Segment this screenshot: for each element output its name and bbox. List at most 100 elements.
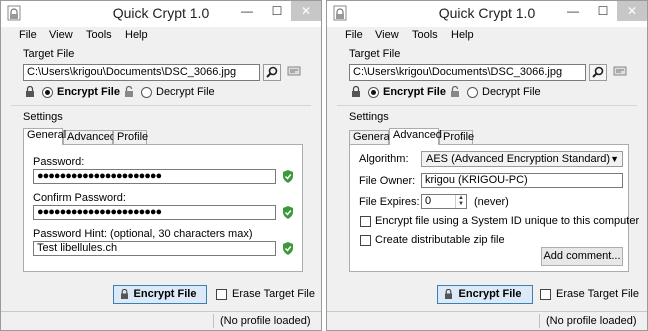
encrypt-radio-label[interactable]: Encrypt File xyxy=(383,86,446,98)
status-text: (No profile loaded) xyxy=(546,315,637,327)
encrypt-radio-label[interactable]: Encrypt File xyxy=(57,86,120,98)
system-id-checkbox[interactable] xyxy=(360,216,371,227)
tab-advanced[interactable]: Advanced xyxy=(63,130,116,144)
target-file-input[interactable]: C:\Users\krigou\Documents\DSC_3066.jpg xyxy=(23,64,260,81)
status-divider xyxy=(213,314,214,328)
lock-icon xyxy=(352,86,360,97)
quick-crypt-window-advanced: Quick Crypt 1.0 — ☐ ✕ File View Tools He… xyxy=(326,0,648,331)
erase-target-label[interactable]: Erase Target File xyxy=(556,288,639,300)
close-button[interactable]: ✕ xyxy=(617,1,647,21)
file-owner-label: File Owner: xyxy=(359,175,416,187)
status-text: (No profile loaded) xyxy=(220,315,311,327)
tab-profile[interactable]: Profile xyxy=(113,130,148,144)
status-bar: (No profile loaded) xyxy=(1,311,321,330)
password-hint-label: Password Hint: (optional, 30 characters … xyxy=(33,228,253,240)
browse-button[interactable] xyxy=(589,64,607,81)
unlock-icon xyxy=(125,86,133,97)
unlock-icon xyxy=(451,86,459,97)
file-expires-value: 0 xyxy=(425,195,432,207)
card-button[interactable] xyxy=(285,64,303,81)
spinner-arrows-icon[interactable]: ▲ ▼ xyxy=(455,195,466,208)
shield-check-icon xyxy=(283,242,293,255)
tab-general[interactable]: General xyxy=(349,130,392,144)
minimize-button[interactable]: — xyxy=(233,1,261,21)
confirm-password-input[interactable]: ●●●●●●●●●●●●●●●●●●●●●● xyxy=(33,205,276,220)
zip-label[interactable]: Create distributable zip file xyxy=(375,234,505,246)
encrypt-radio[interactable] xyxy=(368,87,379,98)
menu-tools[interactable]: Tools xyxy=(412,29,438,41)
card-icon xyxy=(613,66,627,76)
algorithm-select[interactable]: AES (Advanced Encryption Standard) ▼ xyxy=(421,151,623,167)
menu-tools[interactable]: Tools xyxy=(86,29,112,41)
zip-checkbox[interactable] xyxy=(360,235,371,246)
card-button[interactable] xyxy=(611,64,629,81)
decrypt-radio[interactable] xyxy=(467,87,478,98)
add-comment-button[interactable]: Add comment... xyxy=(541,247,623,266)
quick-crypt-window-general: Quick Crypt 1.0 — ☐ ✕ File View Tools He… xyxy=(0,0,322,331)
settings-label: Settings xyxy=(349,111,389,123)
shield-check-icon xyxy=(283,206,293,219)
lock-icon xyxy=(26,86,34,97)
search-icon xyxy=(592,66,604,78)
password-input[interactable]: ●●●●●●●●●●●●●●●●●●●●●● xyxy=(33,169,276,184)
general-panel: Password: ●●●●●●●●●●●●●●●●●●●●●● Confirm… xyxy=(23,144,303,272)
status-bar: (No profile loaded) xyxy=(327,311,647,330)
target-file-label: Target File xyxy=(23,48,75,60)
erase-target-label[interactable]: Erase Target File xyxy=(232,288,315,300)
browse-button[interactable] xyxy=(263,64,281,81)
decrypt-radio-label[interactable]: Decrypt File xyxy=(156,86,215,98)
erase-target-checkbox[interactable] xyxy=(216,289,227,300)
target-file-label: Target File xyxy=(349,48,401,60)
lock-icon xyxy=(445,289,452,299)
divider xyxy=(11,105,311,106)
confirm-password-label: Confirm Password: xyxy=(33,192,126,204)
encrypt-radio[interactable] xyxy=(42,87,53,98)
file-expires-label: File Expires: xyxy=(359,196,420,208)
settings-tabs: General Advanced Profile xyxy=(349,128,629,145)
menu-view[interactable]: View xyxy=(375,29,399,41)
menu-help[interactable]: Help xyxy=(125,29,148,41)
lock-icon xyxy=(121,289,128,299)
menu-view[interactable]: View xyxy=(49,29,73,41)
erase-target-checkbox[interactable] xyxy=(540,289,551,300)
title-bar[interactable]: Quick Crypt 1.0 — ☐ ✕ xyxy=(1,1,321,27)
settings-label: Settings xyxy=(23,111,63,123)
card-icon xyxy=(287,66,301,76)
algorithm-label: Algorithm: xyxy=(359,153,409,165)
mode-row: Encrypt File Decrypt File xyxy=(25,85,315,101)
target-file-input[interactable]: C:\Users\krigou\Documents\DSC_3066.jpg xyxy=(349,64,586,81)
decrypt-radio[interactable] xyxy=(141,87,152,98)
tab-advanced[interactable]: Advanced xyxy=(389,128,442,145)
encrypt-file-button[interactable]: Encrypt File xyxy=(437,285,533,304)
minimize-button[interactable]: — xyxy=(559,1,587,21)
decrypt-radio-label[interactable]: Decrypt File xyxy=(482,86,541,98)
file-owner-input[interactable]: krigou (KRIGOU-PC) xyxy=(421,173,623,188)
tab-profile[interactable]: Profile xyxy=(439,130,474,144)
menu-file[interactable]: File xyxy=(345,29,363,41)
chevron-down-icon: ▼ xyxy=(610,154,619,164)
search-icon xyxy=(266,66,278,78)
menu-file[interactable]: File xyxy=(19,29,37,41)
menu-bar: File View Tools Help xyxy=(1,27,321,45)
close-button[interactable]: ✕ xyxy=(291,1,321,21)
divider xyxy=(337,105,637,106)
menu-help[interactable]: Help xyxy=(451,29,474,41)
status-divider xyxy=(539,314,540,328)
settings-tabs: General Advanced Profile xyxy=(23,128,303,145)
tab-general[interactable]: General xyxy=(23,128,66,145)
maximize-button[interactable]: ☐ xyxy=(263,1,291,21)
encrypt-file-button[interactable]: Encrypt File xyxy=(113,285,207,304)
algorithm-select-value: AES (Advanced Encryption Standard) xyxy=(426,153,611,165)
encrypt-file-button-label: Encrypt File xyxy=(458,288,522,300)
file-expires-note: (never) xyxy=(474,196,509,208)
maximize-button[interactable]: ☐ xyxy=(589,1,617,21)
mode-row: Encrypt File Decrypt File xyxy=(351,85,641,101)
password-hint-input[interactable]: Test libellules.ch xyxy=(33,241,276,256)
system-id-label[interactable]: Encrypt file using a System ID unique to… xyxy=(375,215,639,227)
menu-bar: File View Tools Help xyxy=(327,27,647,45)
shield-check-icon xyxy=(283,170,293,183)
title-bar[interactable]: Quick Crypt 1.0 — ☐ ✕ xyxy=(327,1,647,27)
file-expires-stepper[interactable]: 0 ▲ ▼ xyxy=(421,194,467,209)
password-label: Password: xyxy=(33,156,85,168)
encrypt-file-button-label: Encrypt File xyxy=(133,288,197,300)
